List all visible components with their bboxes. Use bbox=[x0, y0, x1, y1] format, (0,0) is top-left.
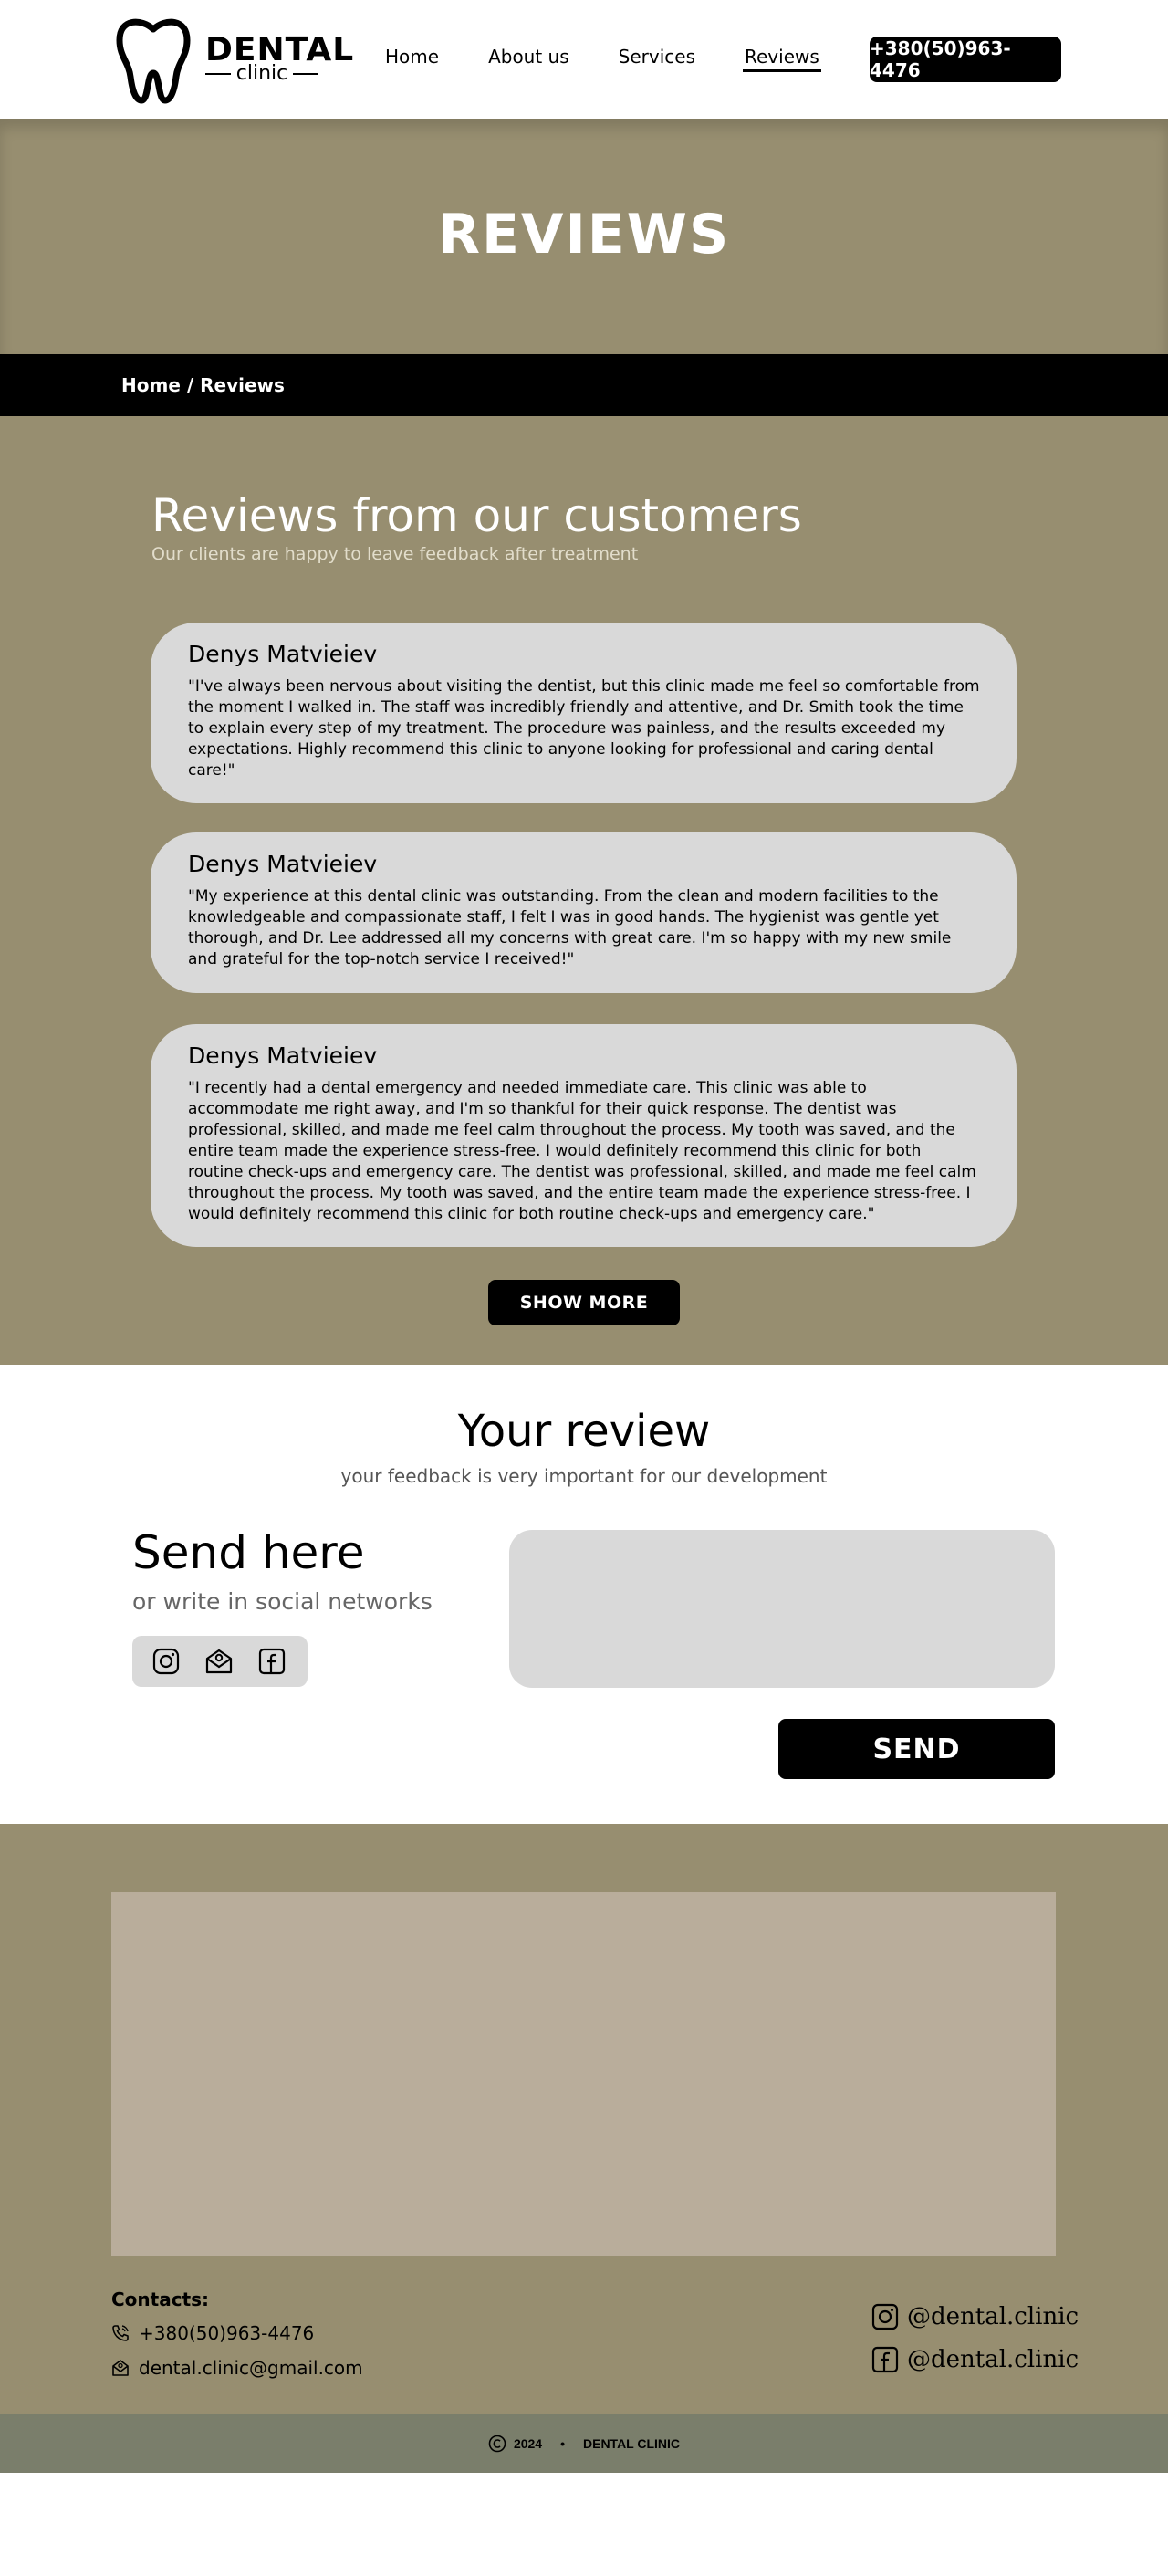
nav-reviews[interactable]: Reviews bbox=[743, 44, 821, 72]
breadcrumb-bar: Home / Reviews bbox=[0, 354, 1168, 416]
send-here-heading: Send here bbox=[132, 1526, 365, 1579]
facebook-icon bbox=[871, 2345, 900, 2374]
review-text: "I recently had a dental emergency and n… bbox=[188, 1079, 976, 1223]
copyright-name: DENTAL CLINIC bbox=[583, 2436, 681, 2451]
contacts-label: Contacts: bbox=[111, 2288, 210, 2310]
footer-instagram[interactable]: @dental.clinic bbox=[871, 2302, 1079, 2331]
facebook-icon[interactable] bbox=[256, 1646, 287, 1677]
page-title: REVIEWS bbox=[437, 203, 731, 267]
site-header: DENTAL clinic Home About us Services Rev… bbox=[0, 0, 1168, 119]
copyright-icon bbox=[488, 2435, 506, 2453]
review-text: "I've always been nervous about visiting… bbox=[188, 677, 980, 780]
phone-icon bbox=[111, 2324, 130, 2342]
logo-dash-left bbox=[205, 72, 231, 75]
reviews-section: Reviews from our customers Our clients a… bbox=[0, 416, 1168, 1365]
show-more-button[interactable]: SHOW MORE bbox=[488, 1280, 680, 1325]
send-here-subtitle: or write in social networks bbox=[132, 1588, 433, 1615]
tooth-logo-icon bbox=[116, 18, 191, 104]
review-author: Denys Matvieiev bbox=[188, 851, 378, 877]
review-text: "My experience at this dental clinic was… bbox=[188, 887, 952, 969]
logo[interactable]: DENTAL clinic bbox=[114, 16, 353, 104]
footer-facebook-handle: @dental.clinic bbox=[907, 2346, 1079, 2373]
logo-subtitle-text: clinic bbox=[235, 62, 288, 85]
nav-services[interactable]: Services bbox=[617, 44, 697, 72]
footer-phone-text: +380(50)963-4476 bbox=[139, 2322, 315, 2344]
main-nav: Home About us Services Reviews bbox=[383, 44, 867, 72]
footer-phone[interactable]: +380(50)963-4476 bbox=[111, 2322, 314, 2344]
footer-email-text: dental.clinic@gmail.com bbox=[139, 2357, 363, 2379]
instagram-icon bbox=[871, 2302, 900, 2331]
review-card: Denys Matvieiev "I recently had a dental… bbox=[151, 1024, 1017, 1247]
nav-about-us[interactable]: About us bbox=[486, 44, 571, 72]
copyright-bar: 2024 • DENTAL CLINIC bbox=[0, 2414, 1168, 2473]
phone-button[interactable]: +380(50)963-4476 bbox=[870, 37, 1061, 82]
your-review-title: Your review bbox=[457, 1406, 711, 1457]
hero-banner: REVIEWS bbox=[0, 119, 1168, 354]
instagram-icon[interactable] bbox=[151, 1646, 182, 1677]
footer-facebook[interactable]: @dental.clinic bbox=[871, 2345, 1079, 2374]
breadcrumb[interactable]: Home / Reviews bbox=[121, 374, 285, 396]
review-author: Denys Matvieiev bbox=[188, 1042, 378, 1069]
footer-email[interactable]: dental.clinic@gmail.com bbox=[111, 2357, 363, 2379]
reviews-heading: Reviews from our customers bbox=[151, 489, 802, 542]
reviews-subheading: Our clients are happy to leave feedback … bbox=[151, 544, 639, 564]
review-card: Denys Matvieiev "My experience at this d… bbox=[151, 832, 1017, 993]
your-review-subtitle: your feedback is very important for our … bbox=[340, 1465, 828, 1487]
send-button[interactable]: SEND bbox=[778, 1719, 1055, 1779]
logo-subtitle: clinic bbox=[205, 62, 319, 85]
site-footer: Contacts: +380(50)963-4476 dental.clinic… bbox=[0, 1824, 1168, 2414]
mail-icon[interactable] bbox=[203, 1646, 235, 1677]
copyright-year: 2024 bbox=[513, 2436, 543, 2451]
map-placeholder[interactable] bbox=[111, 1892, 1056, 2256]
logo-dash-right bbox=[293, 72, 319, 75]
nav-home[interactable]: Home bbox=[383, 44, 441, 72]
separator-dot: • bbox=[560, 2436, 565, 2451]
review-card: Denys Matvieiev "I've always been nervou… bbox=[151, 623, 1017, 803]
footer-instagram-handle: @dental.clinic bbox=[907, 2303, 1079, 2330]
mail-icon bbox=[111, 2359, 130, 2377]
review-author: Denys Matvieiev bbox=[188, 641, 378, 667]
review-textarea[interactable] bbox=[509, 1530, 1055, 1688]
social-links bbox=[132, 1636, 308, 1687]
